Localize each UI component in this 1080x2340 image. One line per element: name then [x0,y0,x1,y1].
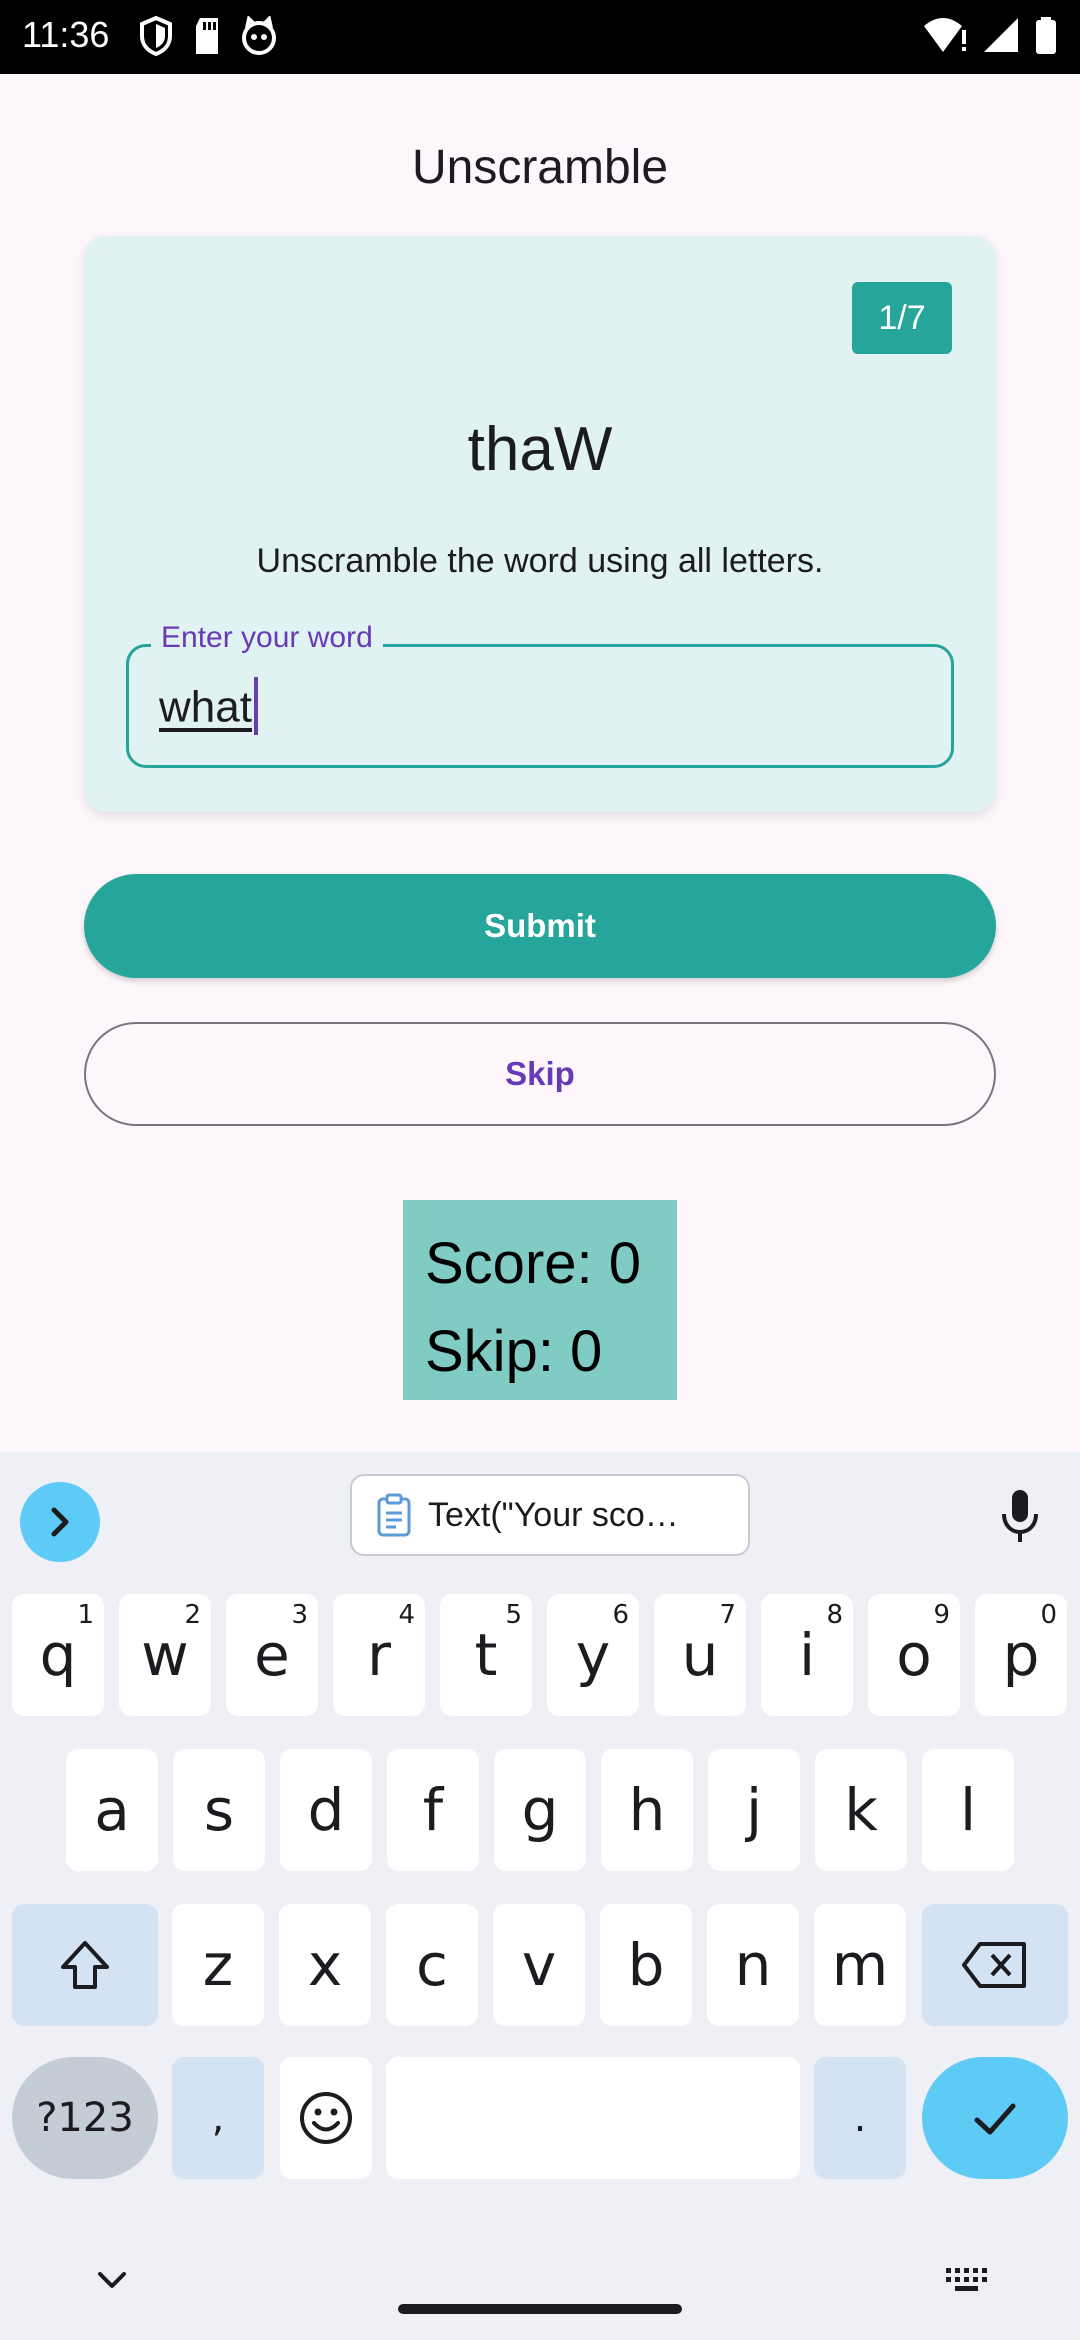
key-y[interactable]: y6 [547,1594,639,1716]
shift-icon [61,1941,109,1989]
microphone-icon [1002,1490,1038,1542]
key-label: u [681,1621,719,1689]
key-c[interactable]: c [386,1904,478,2026]
key-g[interactable]: g [494,1749,586,1871]
key-v[interactable]: v [493,1904,585,2026]
key-k[interactable]: k [815,1749,907,1871]
key-z[interactable]: z [172,1904,264,2026]
key-t[interactable]: t5 [440,1594,532,1716]
keyboard-expand-button[interactable] [20,1482,100,1562]
key-e[interactable]: e3 [226,1594,318,1716]
shift-key[interactable] [12,1904,158,2026]
word-input-text: what [159,682,252,732]
period-key[interactable]: . [814,2057,906,2179]
signal-icon [982,16,1020,56]
checkmark-icon [974,2103,1016,2135]
comma-key[interactable]: , [172,2057,264,2179]
word-card: 1/7 thaW Unscramble the word using all l… [84,236,996,812]
app-title: Unscramble [411,141,669,194]
key-label: r [367,1621,391,1689]
key-hint-number: 9 [933,1600,950,1630]
key-s[interactable]: s [173,1749,265,1871]
word-input-field[interactable]: Enter your word what [126,621,954,768]
key-l[interactable]: l [922,1749,1014,1871]
key-hint-number: 2 [184,1600,201,1630]
skip-button[interactable]: Skip [84,1022,996,1126]
backspace-icon [962,1942,1026,1988]
key-hint-number: 0 [1040,1600,1057,1630]
key-a[interactable]: a [66,1749,158,1871]
word-counter-badge: 1/7 [852,282,952,354]
word-input-value[interactable]: what [159,677,258,739]
key-q[interactable]: q1 [12,1594,104,1716]
chevron-down-icon [98,2272,126,2288]
key-label: t [474,1621,498,1689]
keyboard-icon [946,2268,987,2291]
cat-face-icon [240,16,278,56]
key-hint-number: 5 [505,1600,522,1630]
key-hint-number: 6 [612,1600,629,1630]
key-label: q [39,1621,77,1689]
clipboard-icon [377,1493,411,1537]
key-label: i [798,1621,816,1689]
instruction-text: Unscramble the word using all letters. [256,542,824,580]
clipboard-suggestion[interactable]: Text("Your sco… [350,1474,750,1556]
key-d[interactable]: d [280,1749,372,1871]
shield-icon [138,16,174,56]
home-gesture-handle[interactable] [398,2304,682,2314]
sd-card-icon [192,16,222,56]
hide-keyboard-button[interactable] [94,2268,130,2297]
text-cursor [253,677,258,735]
status-time: 11:36 [22,14,110,55]
key-label: y [575,1621,611,1689]
emoji-key[interactable] [280,2057,372,2179]
key-label: o [896,1621,932,1689]
key-r[interactable]: r4 [333,1594,425,1716]
scrambled-word: thaW [467,415,613,484]
key-u[interactable]: u7 [654,1594,746,1716]
key-i[interactable]: i8 [761,1594,853,1716]
skip-count-text: Skip: 0 [425,1319,603,1384]
on-screen-keyboard: Text("Your sco… q1w2e3r4t5y6u7i8o9p0 asd… [0,1452,1080,2340]
key-h[interactable]: h [601,1749,693,1871]
emoji-icon [300,2092,352,2144]
key-hint-number: 1 [77,1600,94,1630]
key-b[interactable]: b [600,1904,692,2026]
key-x[interactable]: x [279,1904,371,2026]
submit-button[interactable]: Submit [84,874,996,978]
key-w[interactable]: w2 [119,1594,211,1716]
clipboard-suggestion-text: Text("Your sco… [428,1495,679,1534]
key-f[interactable]: f [387,1749,479,1871]
chevron-right-icon [51,1507,69,1537]
microphone-button[interactable] [996,1488,1044,1549]
keyboard-switch-button[interactable] [944,2266,990,2299]
key-hint-number: 7 [719,1600,736,1630]
word-input-label: Enter your word [151,621,383,655]
key-m[interactable]: m [814,1904,906,2026]
symbols-key[interactable]: ?123 [12,2057,158,2179]
key-p[interactable]: p0 [975,1594,1067,1716]
score-text: Score: 0 [425,1231,641,1296]
key-hint-number: 3 [291,1600,308,1630]
battery-icon [1034,16,1058,56]
status-bar: 11:36 [0,0,1080,74]
done-key[interactable] [922,2057,1068,2179]
key-j[interactable]: j [708,1749,800,1871]
key-label: w [141,1621,189,1689]
space-key[interactable] [386,2057,800,2179]
key-label: e [254,1621,290,1689]
key-n[interactable]: n [707,1904,799,2026]
key-hint-number: 4 [398,1600,415,1630]
key-o[interactable]: o9 [868,1594,960,1716]
backspace-key[interactable] [922,1904,1068,2026]
key-hint-number: 8 [826,1600,843,1630]
score-panel: Score: 0 Skip: 0 [403,1200,677,1400]
wifi-alert-icon [922,16,968,56]
key-label: p [1002,1621,1040,1689]
